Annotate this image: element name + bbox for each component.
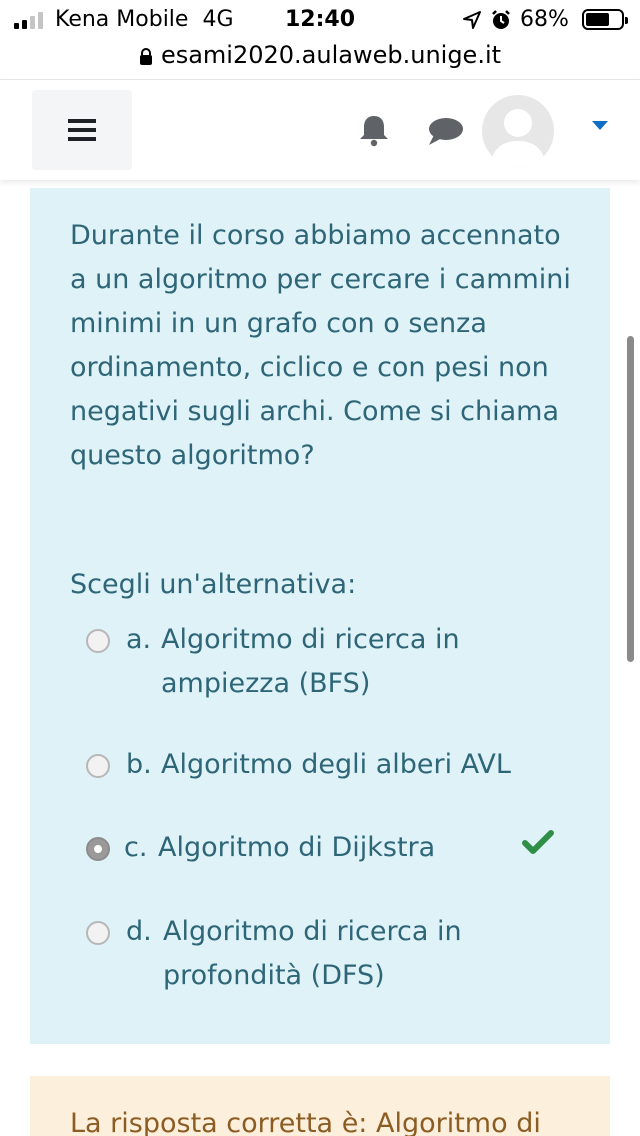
lock-icon bbox=[139, 47, 152, 65]
option-label: Algoritmo di ricerca in profondità (DFS) bbox=[163, 916, 462, 991]
caret-down-icon[interactable] bbox=[592, 121, 608, 131]
check-icon bbox=[522, 830, 554, 854]
radio-button-selected[interactable] bbox=[86, 837, 110, 861]
carrier-name: Kena Mobile bbox=[55, 7, 189, 32]
battery-icon bbox=[582, 9, 628, 30]
radio-button[interactable] bbox=[86, 921, 110, 945]
option-letter: d. bbox=[126, 916, 152, 947]
alarm-icon bbox=[492, 10, 510, 29]
question-text: Durante il corso abbiamo accennato a un … bbox=[70, 220, 571, 471]
option-label: Algoritmo di Dijkstra bbox=[158, 832, 436, 863]
correct-answer-text: La risposta corretta è: Algoritmo di bbox=[70, 1108, 541, 1136]
network-type: 4G bbox=[202, 7, 234, 32]
signal-icon bbox=[14, 11, 43, 29]
scrollbar[interactable] bbox=[627, 336, 634, 662]
option-letter: b. bbox=[126, 749, 152, 780]
answer-prompt: Scegli un'alternativa: bbox=[70, 569, 357, 600]
clock: 12:40 bbox=[285, 7, 356, 32]
chat-icon[interactable] bbox=[426, 116, 464, 148]
menu-button[interactable] bbox=[32, 90, 132, 170]
bell-icon[interactable] bbox=[356, 112, 392, 148]
option-letter: c. bbox=[124, 832, 148, 863]
navbar bbox=[0, 80, 640, 180]
option-label: Algoritmo di ricerca in ampiezza (BFS) bbox=[161, 624, 460, 699]
location-icon bbox=[463, 11, 481, 29]
battery-fill bbox=[586, 13, 609, 26]
menu-icon bbox=[68, 119, 96, 141]
radio-button[interactable] bbox=[86, 754, 110, 778]
user-icon bbox=[490, 109, 546, 167]
url-bar[interactable]: esami2020.aulaweb.unige.it bbox=[0, 34, 640, 76]
avatar[interactable] bbox=[482, 95, 554, 167]
radio-button[interactable] bbox=[86, 629, 110, 653]
question-card: Durante il corso abbiamo accennato a un … bbox=[30, 188, 610, 1044]
url-text: esami2020.aulaweb.unige.it bbox=[160, 41, 502, 69]
battery-percent: 68% bbox=[520, 7, 569, 32]
option-label: Algoritmo degli alberi AVL bbox=[161, 749, 511, 780]
feedback-box: La risposta corretta è: Algoritmo di bbox=[30, 1076, 610, 1136]
option-letter: a. bbox=[126, 624, 152, 655]
